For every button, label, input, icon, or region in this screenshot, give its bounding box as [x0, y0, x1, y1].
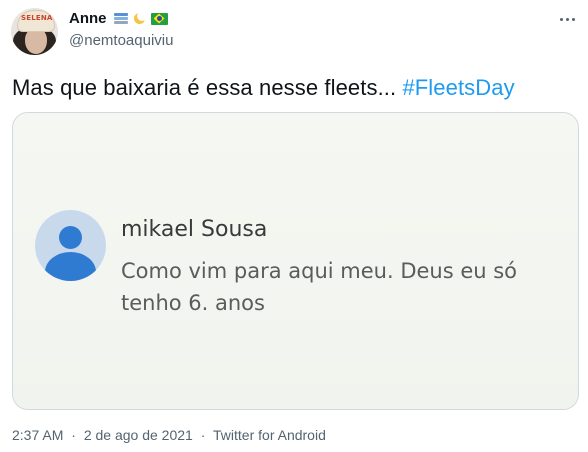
hashtag-link[interactable]: #FleetsDay: [402, 75, 514, 100]
comment-text: Como vim para aqui meu. Deus eu só tenho…: [121, 259, 518, 315]
tweet-footer: 2:37 AM · 2 de ago de 2021 · Twitter for…: [12, 427, 326, 443]
brazil-flag-icon: [150, 12, 168, 25]
more-dot-icon: [559, 17, 563, 21]
comment-author: mikael Sousa: [121, 217, 268, 242]
books-icon: [113, 12, 129, 26]
display-name[interactable]: Anne: [69, 10, 107, 27]
footer-separator: ·: [71, 427, 76, 443]
crescent-moon-icon: [133, 10, 147, 26]
tweet-source[interactable]: Twitter for Android: [213, 427, 326, 443]
tweet-text: Mas que baixaria é essa nesse fleets... …: [12, 74, 515, 102]
more-dot-icon: [571, 17, 575, 21]
more-options-button[interactable]: [556, 12, 578, 26]
tweet-time[interactable]: 2:37 AM: [12, 427, 63, 443]
avatar[interactable]: SELENA: [11, 8, 58, 55]
footer-separator: ·: [200, 427, 206, 443]
default-user-avatar-icon: [35, 210, 106, 281]
avatar-cap-text: SELENA: [21, 14, 53, 22]
media-image[interactable]: mikael Sousa Como vim para aqui meu. Deu…: [12, 112, 579, 410]
tweet-date[interactable]: 2 de ago de 2021: [84, 427, 193, 443]
user-handle[interactable]: @nemtoaquiviu: [69, 32, 173, 49]
tweet: SELENA Anne @nemtoaquiviu Mas que baixar…: [0, 0, 588, 452]
tweet-body: Mas que baixaria é essa nesse fleets...: [12, 75, 403, 100]
name-row: Anne: [69, 10, 168, 27]
more-dot-icon: [565, 17, 569, 21]
